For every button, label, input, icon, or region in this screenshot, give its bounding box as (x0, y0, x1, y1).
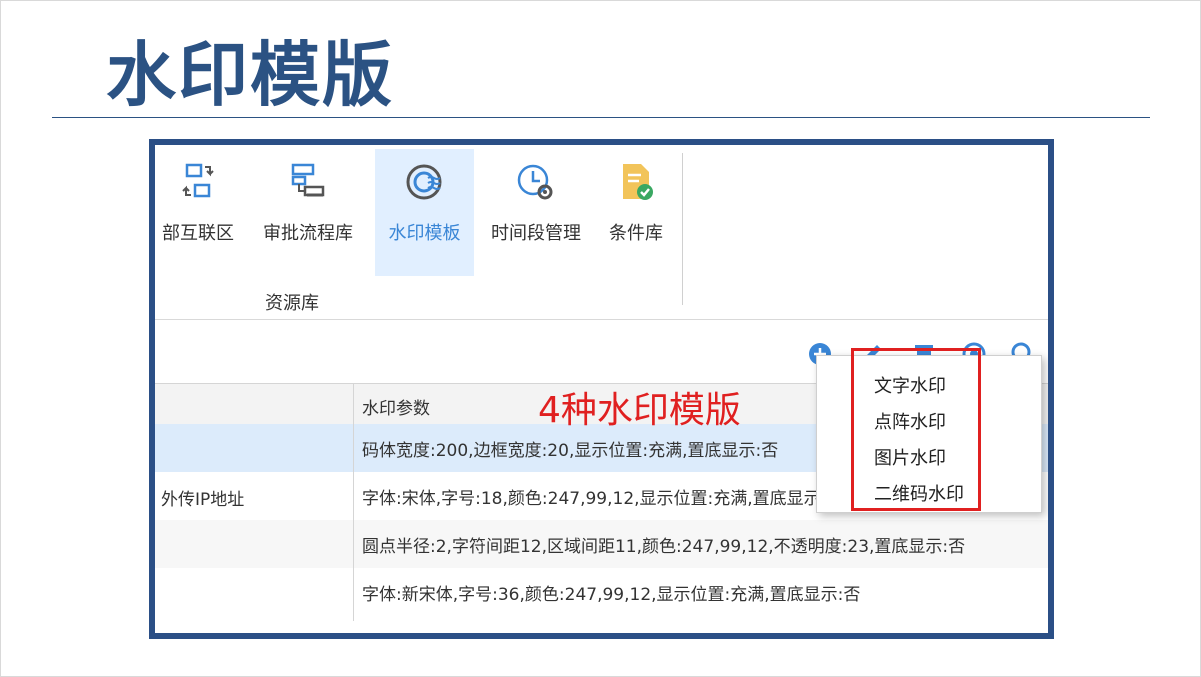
document-check-icon (623, 164, 653, 200)
ribbon-button-label: 条件库 (609, 223, 663, 244)
row-name: 外传IP地址 (161, 490, 245, 510)
table-row[interactable]: 圆点半径:2,字符间距12,区域间距11,颜色:247,99,12,不透明度:2… (155, 520, 1048, 568)
ribbon-button-approval-flow[interactable]: 审批流程库 (253, 149, 363, 276)
row-params: 字体:宋体,字号:18,颜色:247,99,12,显示位置:充满,置底显示:否 (362, 489, 844, 509)
ribbon-group-separator (682, 153, 683, 305)
ribbon-button-label: 时间段管理 (491, 223, 581, 244)
ribbon-group-label: 资源库 (265, 293, 319, 314)
row-params: 圆点半径:2,字符间距12,区域间距11,颜色:247,99,12,不透明度:2… (362, 537, 966, 557)
ribbon-button-label: 审批流程库 (263, 223, 353, 244)
clock-gear-icon (517, 164, 553, 200)
ribbon: 部互联区 审批流程库 水印模板 时间段管理 条件库 资源库 (155, 145, 1048, 320)
ribbon-button-condition-library[interactable]: 条件库 (599, 149, 673, 276)
table-row[interactable]: 字体:新宋体,字号:36,颜色:247,99,12,显示位置:充满,置底显示:否 (155, 568, 1048, 616)
page-title: 水印模版 (106, 34, 394, 116)
ribbon-button-interconnect[interactable]: 部互联区 (155, 149, 241, 276)
title-rule (52, 117, 1150, 118)
ribbon-button-time-period[interactable]: 时间段管理 (481, 149, 591, 276)
watermark-icon (406, 164, 441, 200)
row-params: 字体:新宋体,字号:36,颜色:247,99,12,显示位置:充满,置底显示:否 (362, 585, 861, 605)
ribbon-button-label: 水印模板 (388, 223, 461, 244)
highlight-box (851, 348, 981, 511)
network-transfer-icon (182, 163, 214, 198)
row-params: 码体宽度:200,边框宽度:20,显示位置:充满,置底显示:否 (362, 441, 779, 461)
header-watermark-params[interactable]: 水印参数 (362, 394, 430, 419)
flowchart-icon (291, 163, 325, 197)
column-divider (353, 383, 354, 621)
ribbon-button-watermark-template[interactable]: 水印模板 (375, 149, 474, 276)
ribbon-button-label: 部互联区 (162, 223, 234, 244)
annotation-text: 4种水印模版 (538, 390, 741, 431)
screenshot-frame: 部互联区 审批流程库 水印模板 时间段管理 条件库 资源库 水印参数 码体宽度:… (149, 139, 1054, 639)
